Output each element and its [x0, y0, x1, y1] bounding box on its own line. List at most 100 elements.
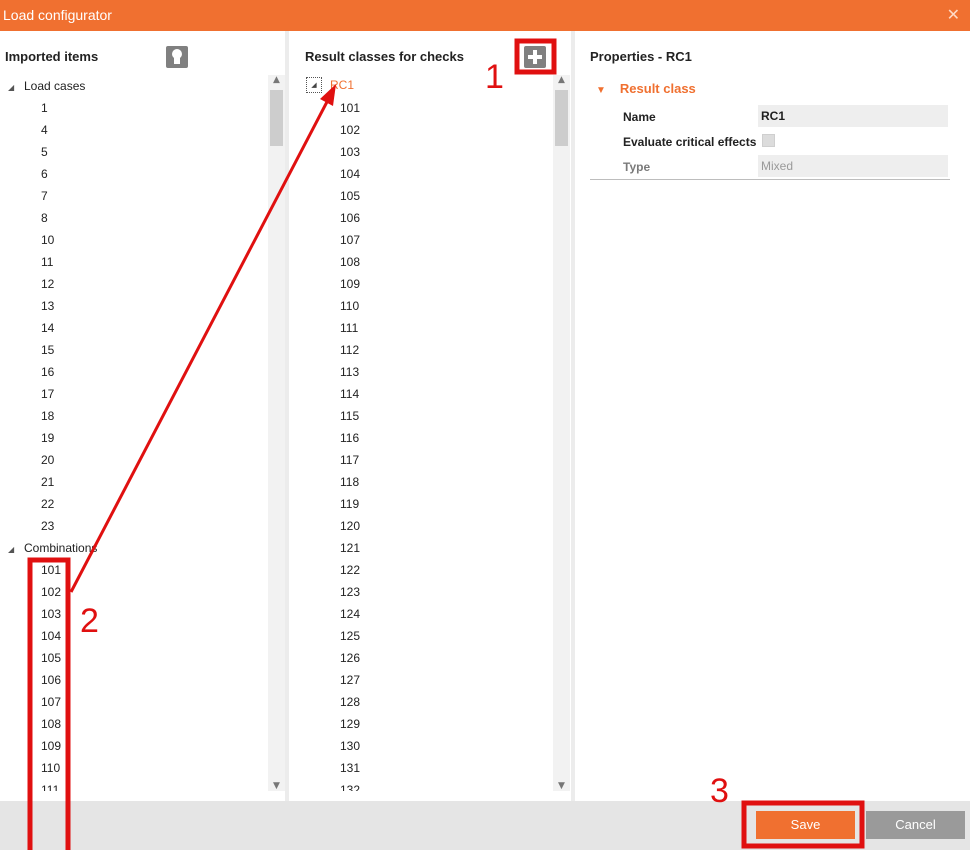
- result-class-item[interactable]: 101: [340, 97, 540, 119]
- result-class-item[interactable]: 121: [340, 537, 540, 559]
- left-scrollbar[interactable]: ▲ ▼: [268, 75, 285, 791]
- annotation-step-2: 2: [80, 602, 99, 640]
- result-classes-title: Result classes for checks: [305, 49, 464, 64]
- properties-title: Properties - RC1: [590, 49, 692, 64]
- result-class-item[interactable]: 127: [340, 669, 540, 691]
- result-class-item[interactable]: 130: [340, 735, 540, 757]
- result-class-item[interactable]: 103: [340, 141, 540, 163]
- critical-effects-checkbox[interactable]: [762, 134, 775, 147]
- result-class-item[interactable]: 110: [340, 295, 540, 317]
- tree-item[interactable]: 7: [8, 185, 268, 207]
- result-class-item[interactable]: 123: [340, 581, 540, 603]
- expand-triangle-icon[interactable]: ◢: [8, 77, 24, 99]
- result-class-item[interactable]: 118: [340, 471, 540, 493]
- tree-item[interactable]: 10: [8, 229, 268, 251]
- title-bar: Load configurator ✕: [0, 0, 970, 31]
- lightbulb-icon[interactable]: [166, 46, 188, 68]
- tree-item[interactable]: 106: [8, 669, 268, 691]
- tree-item[interactable]: 13: [8, 295, 268, 317]
- result-class-item[interactable]: 125: [340, 625, 540, 647]
- result-class-item[interactable]: 116: [340, 427, 540, 449]
- critical-effects-label: Evaluate critical effects: [623, 135, 757, 149]
- save-button[interactable]: Save: [756, 811, 855, 839]
- result-class-item[interactable]: 108: [340, 251, 540, 273]
- expand-triangle-icon[interactable]: ◢: [8, 539, 24, 561]
- result-class-item[interactable]: 111: [340, 317, 540, 339]
- tree-item[interactable]: 21: [8, 471, 268, 493]
- tree-item[interactable]: 19: [8, 427, 268, 449]
- result-class-item[interactable]: 106: [340, 207, 540, 229]
- middle-scrollbar[interactable]: ▲ ▼: [553, 75, 570, 791]
- tree-item[interactable]: 4: [8, 119, 268, 141]
- type-value: Mixed: [761, 159, 794, 173]
- tree-item[interactable]: 111: [8, 779, 268, 791]
- annotation-step-1: 1: [485, 58, 504, 96]
- tree-item[interactable]: 15: [8, 339, 268, 361]
- result-class-item[interactable]: 105: [340, 185, 540, 207]
- rc1-label[interactable]: RC1: [330, 78, 354, 92]
- result-class-item[interactable]: 114: [340, 383, 540, 405]
- add-result-class-button[interactable]: [524, 46, 546, 68]
- tree-item[interactable]: 1: [8, 97, 268, 119]
- result-class-item[interactable]: 124: [340, 603, 540, 625]
- tree-item[interactable]: 23: [8, 515, 268, 537]
- imported-items-tree: ◢ Load cases 1 4 5 6 7 8 10 11 12 13 14 15 16 17 18 19 20 2…: [8, 75, 268, 791]
- type-label: Type: [623, 160, 651, 174]
- tree-item[interactable]: 103: [8, 603, 268, 625]
- tree-item[interactable]: 102: [8, 581, 268, 603]
- tree-item[interactable]: 109: [8, 735, 268, 757]
- middle-scrollbar-thumb[interactable]: [555, 90, 568, 146]
- properties-divider: [590, 179, 950, 180]
- result-class-items: 101 102 103 104 105 106 107 108 109 110 111 112 113 1…: [340, 97, 540, 791]
- collapse-triangle-icon[interactable]: ▼: [596, 85, 606, 96]
- result-class-item[interactable]: 120: [340, 515, 540, 537]
- result-class-item[interactable]: 107: [340, 229, 540, 251]
- tree-item[interactable]: 16: [8, 361, 268, 383]
- tree-item[interactable]: 18: [8, 405, 268, 427]
- result-class-item[interactable]: 109: [340, 273, 540, 295]
- tree-group-label: Load cases: [24, 79, 86, 93]
- left-scrollbar-thumb[interactable]: [270, 90, 283, 146]
- tree-group-1[interactable]: ◢ Combinations: [8, 537, 268, 559]
- cancel-button[interactable]: Cancel: [866, 811, 965, 839]
- tree-group-label: Combinations: [24, 541, 98, 555]
- result-class-item[interactable]: 113: [340, 361, 540, 383]
- tree-item[interactable]: 22: [8, 493, 268, 515]
- result-class-item[interactable]: 132: [340, 779, 540, 791]
- tree-group-0[interactable]: ◢ Load cases: [8, 75, 268, 97]
- tree-item[interactable]: 14: [8, 317, 268, 339]
- result-class-item[interactable]: 131: [340, 757, 540, 779]
- result-class-item[interactable]: 129: [340, 713, 540, 735]
- tree-item[interactable]: 105: [8, 647, 268, 669]
- result-class-item[interactable]: 115: [340, 405, 540, 427]
- result-class-section[interactable]: ▼ Result class: [596, 81, 696, 96]
- result-class-item[interactable]: 104: [340, 163, 540, 185]
- name-field[interactable]: RC1: [758, 105, 948, 127]
- tree-item[interactable]: 6: [8, 163, 268, 185]
- tree-item[interactable]: 5: [8, 141, 268, 163]
- collapse-toggle-icon[interactable]: ◢: [306, 77, 322, 93]
- tree-item[interactable]: 17: [8, 383, 268, 405]
- result-class-section-label: Result class: [619, 81, 696, 96]
- tree-item[interactable]: 108: [8, 713, 268, 735]
- tree-item[interactable]: 104: [8, 625, 268, 647]
- result-class-item[interactable]: 117: [340, 449, 540, 471]
- tree-item[interactable]: 101: [8, 559, 268, 581]
- tree-item[interactable]: 12: [8, 273, 268, 295]
- tree-item[interactable]: 8: [8, 207, 268, 229]
- result-class-item[interactable]: 128: [340, 691, 540, 713]
- result-class-item[interactable]: 102: [340, 119, 540, 141]
- name-label: Name: [623, 110, 656, 124]
- panel-divider-right: [571, 31, 575, 801]
- result-class-item[interactable]: 112: [340, 339, 540, 361]
- window-title: Load configurator: [3, 7, 112, 23]
- tree-item[interactable]: 107: [8, 691, 268, 713]
- tree-item[interactable]: 20: [8, 449, 268, 471]
- result-class-item[interactable]: 119: [340, 493, 540, 515]
- close-icon[interactable]: ✕: [947, 5, 960, 24]
- imported-items-title: Imported items: [5, 49, 99, 64]
- result-class-item[interactable]: 122: [340, 559, 540, 581]
- tree-item[interactable]: 110: [8, 757, 268, 779]
- result-class-item[interactable]: 126: [340, 647, 540, 669]
- tree-item[interactable]: 11: [8, 251, 268, 273]
